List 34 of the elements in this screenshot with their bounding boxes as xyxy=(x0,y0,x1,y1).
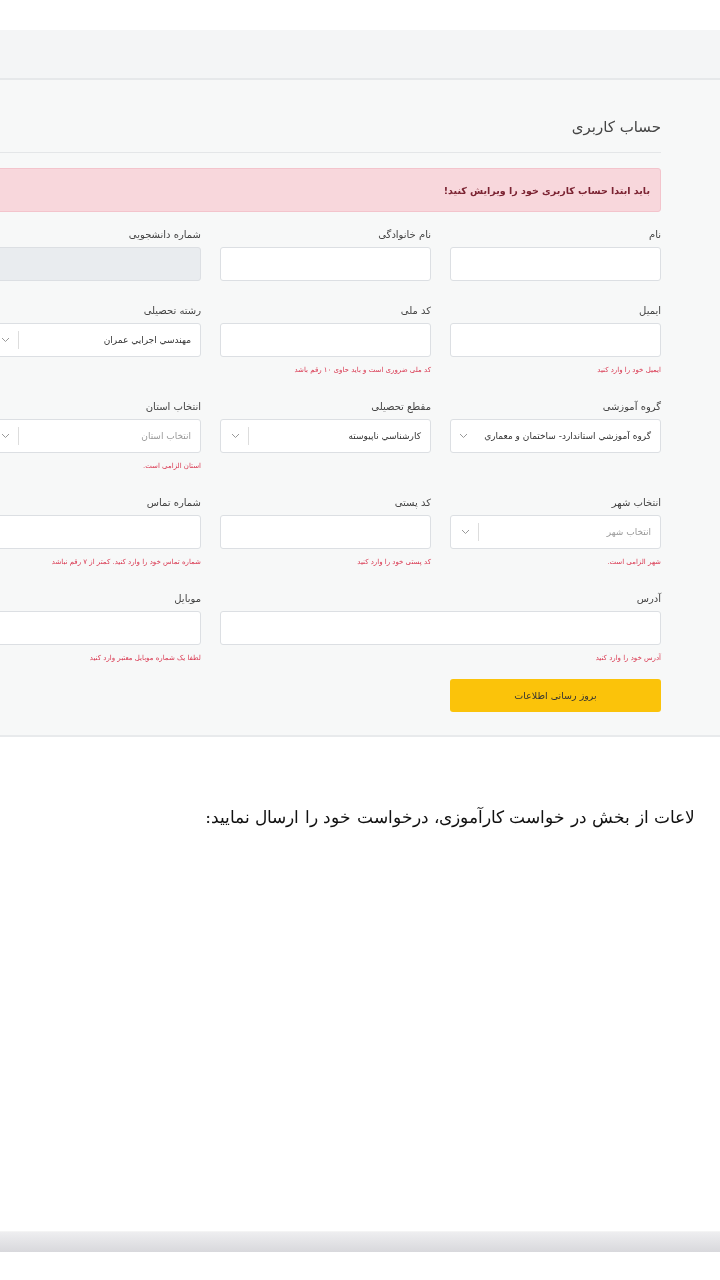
field-label: شماره تماس xyxy=(146,496,201,510)
input-field[interactable] xyxy=(220,323,431,357)
input-field[interactable] xyxy=(450,323,661,357)
field-label: آدرس xyxy=(636,591,661,606)
chevron-down-icon xyxy=(231,433,240,439)
input-field[interactable] xyxy=(450,247,661,281)
input-field[interactable] xyxy=(220,247,431,281)
update-button[interactable]: بروز رسانی اطلاعات xyxy=(450,679,661,712)
field-label: نام xyxy=(648,228,661,242)
field-label: انتخاب استان xyxy=(145,400,201,414)
select-field[interactable]: مهندسي اجرايي عمران xyxy=(0,323,201,357)
input-field[interactable] xyxy=(220,515,431,549)
chevron-down-icon xyxy=(461,529,470,535)
input-field[interactable] xyxy=(220,611,661,645)
select-field[interactable]: کارشناسي ناپيوسته xyxy=(220,419,431,453)
alert-text: باید ابتدا حساب کاربری خود را ویرایش کنید! xyxy=(443,184,650,196)
field-label: کد ملی xyxy=(400,304,431,318)
page-title: حساب کاربری xyxy=(571,117,661,137)
field-label: ایمیل xyxy=(639,304,661,318)
field-label: گروه آموزشی xyxy=(602,399,661,415)
chevron-down-icon xyxy=(1,337,10,343)
input-field[interactable] xyxy=(0,515,201,549)
field-label: نام خانوادگی xyxy=(378,228,431,242)
select-field[interactable]: گروه آموزشي استاندارد- ساختمان و معماري xyxy=(450,419,661,453)
field-label: موبایل xyxy=(174,592,201,606)
chevron-down-icon xyxy=(459,433,469,439)
instruction-text: لاعات از بخش در خواست کارآموزی، درخواست خود را ارسال نمایید: xyxy=(205,807,695,827)
field-label: انتخاب شهر xyxy=(611,496,661,511)
chevron-down-icon xyxy=(1,433,10,439)
input-field[interactable] xyxy=(0,611,201,645)
field-label: رشته تحصیلی xyxy=(143,304,201,318)
field-label: مقطع تحصیلی xyxy=(371,400,431,415)
field-label: کد پستی xyxy=(394,496,431,511)
field-label: شماره دانشجویی xyxy=(128,228,201,242)
